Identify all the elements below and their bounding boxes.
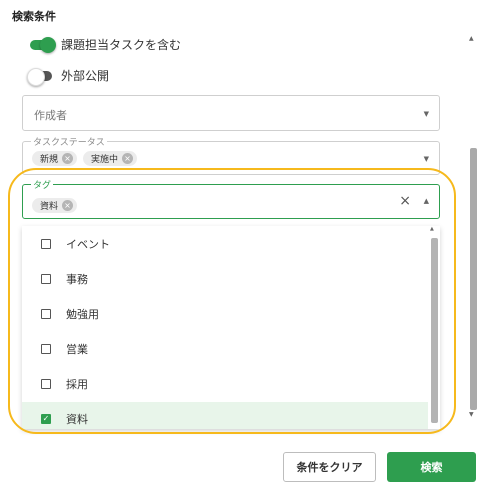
toggle-label: 外部公開 bbox=[61, 69, 110, 83]
checkbox[interactable] bbox=[41, 344, 51, 354]
status-chip[interactable]: 新規 × bbox=[32, 151, 78, 166]
tag-select[interactable]: タグ 資料 × × ▲ bbox=[22, 178, 440, 219]
chevron-down-icon[interactable]: ▼ bbox=[424, 155, 429, 163]
dropdown-scroll-thumb[interactable] bbox=[431, 238, 438, 423]
scroll-down-icon[interactable]: ▼ bbox=[469, 411, 474, 418]
status-chip[interactable]: 実施中 × bbox=[83, 151, 138, 166]
remove-chip-icon[interactable]: × bbox=[62, 200, 74, 211]
scroll-up-icon[interactable]: ▲ bbox=[430, 226, 434, 232]
tag-option[interactable]: 採用 bbox=[22, 367, 428, 401]
status-legend: タスクステータス bbox=[31, 135, 107, 148]
dropdown-scrollbar[interactable]: ▲ bbox=[430, 226, 438, 427]
checkbox[interactable] bbox=[41, 274, 51, 284]
page-scroll-thumb[interactable] bbox=[470, 148, 477, 410]
toggle-knob bbox=[40, 36, 56, 53]
tag-option[interactable]: イベント bbox=[22, 227, 428, 261]
clear-icon[interactable]: × bbox=[399, 193, 411, 209]
author-placeholder: 作成者 bbox=[34, 109, 67, 122]
checkbox[interactable] bbox=[41, 239, 51, 249]
tag-options-list: イベント 事務 勉強用 営業 採用 ✓ 資料 ▲ bbox=[22, 226, 440, 429]
tag-legend: タグ bbox=[31, 178, 54, 191]
tag-option-selected[interactable]: ✓ 資料 bbox=[22, 402, 428, 429]
page-scrollbar[interactable]: ▲ ▼ bbox=[468, 35, 478, 418]
tag-option[interactable]: 事務 bbox=[22, 262, 428, 296]
tag-option[interactable]: 営業 bbox=[22, 332, 428, 366]
status-select[interactable]: タスクステータス 新規 × 実施中 × ▼ bbox=[22, 135, 440, 175]
remove-chip-icon[interactable]: × bbox=[122, 153, 134, 164]
clear-conditions-button[interactable]: 条件をクリア bbox=[283, 452, 376, 482]
checkbox[interactable] bbox=[41, 309, 51, 319]
chevron-up-icon[interactable]: ▲ bbox=[424, 197, 429, 205]
search-button[interactable]: 検索 bbox=[387, 452, 476, 482]
toggle-label: 課題担当タスクを含む bbox=[61, 38, 182, 52]
tag-chip[interactable]: 資料 × bbox=[32, 198, 78, 213]
scroll-up-icon[interactable]: ▲ bbox=[469, 35, 474, 42]
chevron-down-icon[interactable]: ▼ bbox=[424, 110, 429, 118]
toggle-knob bbox=[27, 67, 45, 86]
toggle-switch[interactable] bbox=[27, 67, 52, 86]
tag-option[interactable]: 勉強用 bbox=[22, 297, 428, 331]
checkbox[interactable] bbox=[41, 379, 51, 389]
toggle-switch[interactable] bbox=[30, 36, 56, 53]
toggle-public[interactable]: 外部公開 bbox=[27, 67, 110, 86]
remove-chip-icon[interactable]: × bbox=[62, 153, 74, 164]
section-title: 検索条件 bbox=[12, 10, 56, 23]
author-select[interactable]: 作成者 ▼ bbox=[22, 95, 440, 131]
checkbox-checked-icon[interactable]: ✓ bbox=[41, 414, 51, 424]
toggle-include-assigned[interactable]: 課題担当タスクを含む bbox=[30, 36, 181, 53]
